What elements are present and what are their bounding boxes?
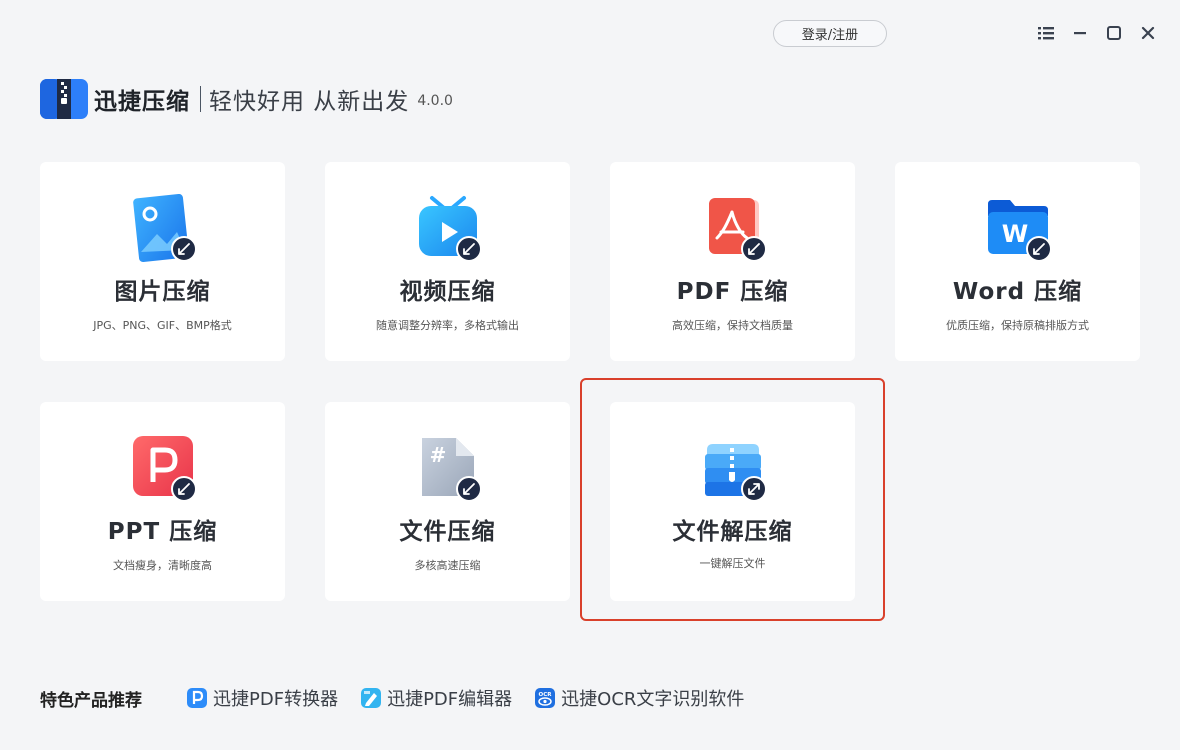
- card-file-compress[interactable]: # 文件压缩 多核高速压缩: [325, 402, 570, 601]
- card-desc: 文档瘦身，清晰度高: [113, 559, 212, 572]
- card-desc: 随意调整分辨率，多格式输出: [376, 319, 519, 332]
- link-ocr[interactable]: OCR 迅捷OCR文字识别软件: [534, 685, 744, 711]
- card-file-decompress[interactable]: 文件解压缩 一键解压文件: [610, 402, 855, 601]
- link-pdf-converter[interactable]: 迅捷PDF转换器: [186, 685, 338, 711]
- card-pdf-compress[interactable]: PDF 压缩 高效压缩，保持文档质量: [610, 162, 855, 361]
- image-compress-icon: [127, 193, 199, 264]
- link-text: 迅捷PDF编辑器: [387, 689, 513, 710]
- link-text: 迅捷PDF转换器: [213, 689, 339, 710]
- card-title: 文件解压缩: [672, 519, 793, 545]
- app-version: 4.0.0: [417, 92, 453, 109]
- file-compress-icon: #: [412, 434, 484, 504]
- minimize-icon[interactable]: [1069, 22, 1091, 44]
- card-video-compress[interactable]: 视频压缩 随意调整分辨率，多格式输出: [325, 162, 570, 361]
- svg-text:OCR: OCR: [539, 692, 553, 698]
- card-desc: 一键解压文件: [699, 557, 766, 570]
- card-title: PPT 压缩: [107, 519, 218, 545]
- ocr-icon: OCR: [534, 687, 556, 709]
- card-title: 文件压缩: [399, 519, 496, 545]
- login-register-button[interactable]: 登录/注册: [773, 20, 887, 47]
- menu-list-icon[interactable]: [1035, 22, 1057, 44]
- video-compress-icon: [412, 194, 484, 264]
- card-word-compress[interactable]: W Word 压缩 优质压缩，保持原稿排版方式: [895, 162, 1140, 361]
- card-title: Word 压缩: [952, 279, 1083, 305]
- brand-divider: [200, 86, 201, 112]
- app-slogan: 轻快好用 从新出发: [209, 89, 410, 115]
- link-text: 迅捷OCR文字识别软件: [561, 689, 745, 710]
- maximize-icon[interactable]: [1103, 22, 1125, 44]
- pdf-compress-icon: [697, 194, 769, 264]
- brand-header: 迅捷压缩 轻快好用 从新出发 4.0.0: [40, 79, 453, 119]
- pdf-converter-icon: [186, 687, 208, 709]
- close-icon[interactable]: [1137, 22, 1159, 44]
- card-desc: 优质压缩，保持原稿排版方式: [946, 319, 1089, 332]
- card-title: PDF 压缩: [676, 279, 789, 305]
- app-logo-icon: [40, 79, 88, 119]
- card-title: 视频压缩: [399, 279, 496, 305]
- card-desc: JPG、PNG、GIF、BMP格式: [93, 319, 232, 332]
- featured-products-bar: 特色产品推荐 迅捷PDF转换器 迅捷PDF编辑器 OCR 迅捷OCR文字识别软件: [40, 684, 766, 712]
- pdf-editor-icon: [360, 687, 382, 709]
- card-ppt-compress[interactable]: PPT 压缩 文档瘦身，清晰度高: [40, 402, 285, 601]
- card-image-compress[interactable]: 图片压缩 JPG、PNG、GIF、BMP格式: [40, 162, 285, 361]
- card-title: 图片压缩: [114, 279, 211, 305]
- file-decompress-icon: [697, 434, 769, 504]
- ppt-compress-icon: [127, 434, 199, 504]
- svg-text:#: #: [429, 443, 446, 467]
- featured-products-label: 特色产品推荐: [40, 690, 142, 711]
- word-compress-icon: W: [982, 194, 1054, 264]
- app-name: 迅捷压缩: [94, 89, 190, 115]
- svg-text:W: W: [1001, 220, 1027, 248]
- link-pdf-editor[interactable]: 迅捷PDF编辑器: [360, 685, 512, 711]
- card-desc: 多核高速压缩: [414, 559, 481, 572]
- card-desc: 高效压缩，保持文档质量: [672, 319, 793, 332]
